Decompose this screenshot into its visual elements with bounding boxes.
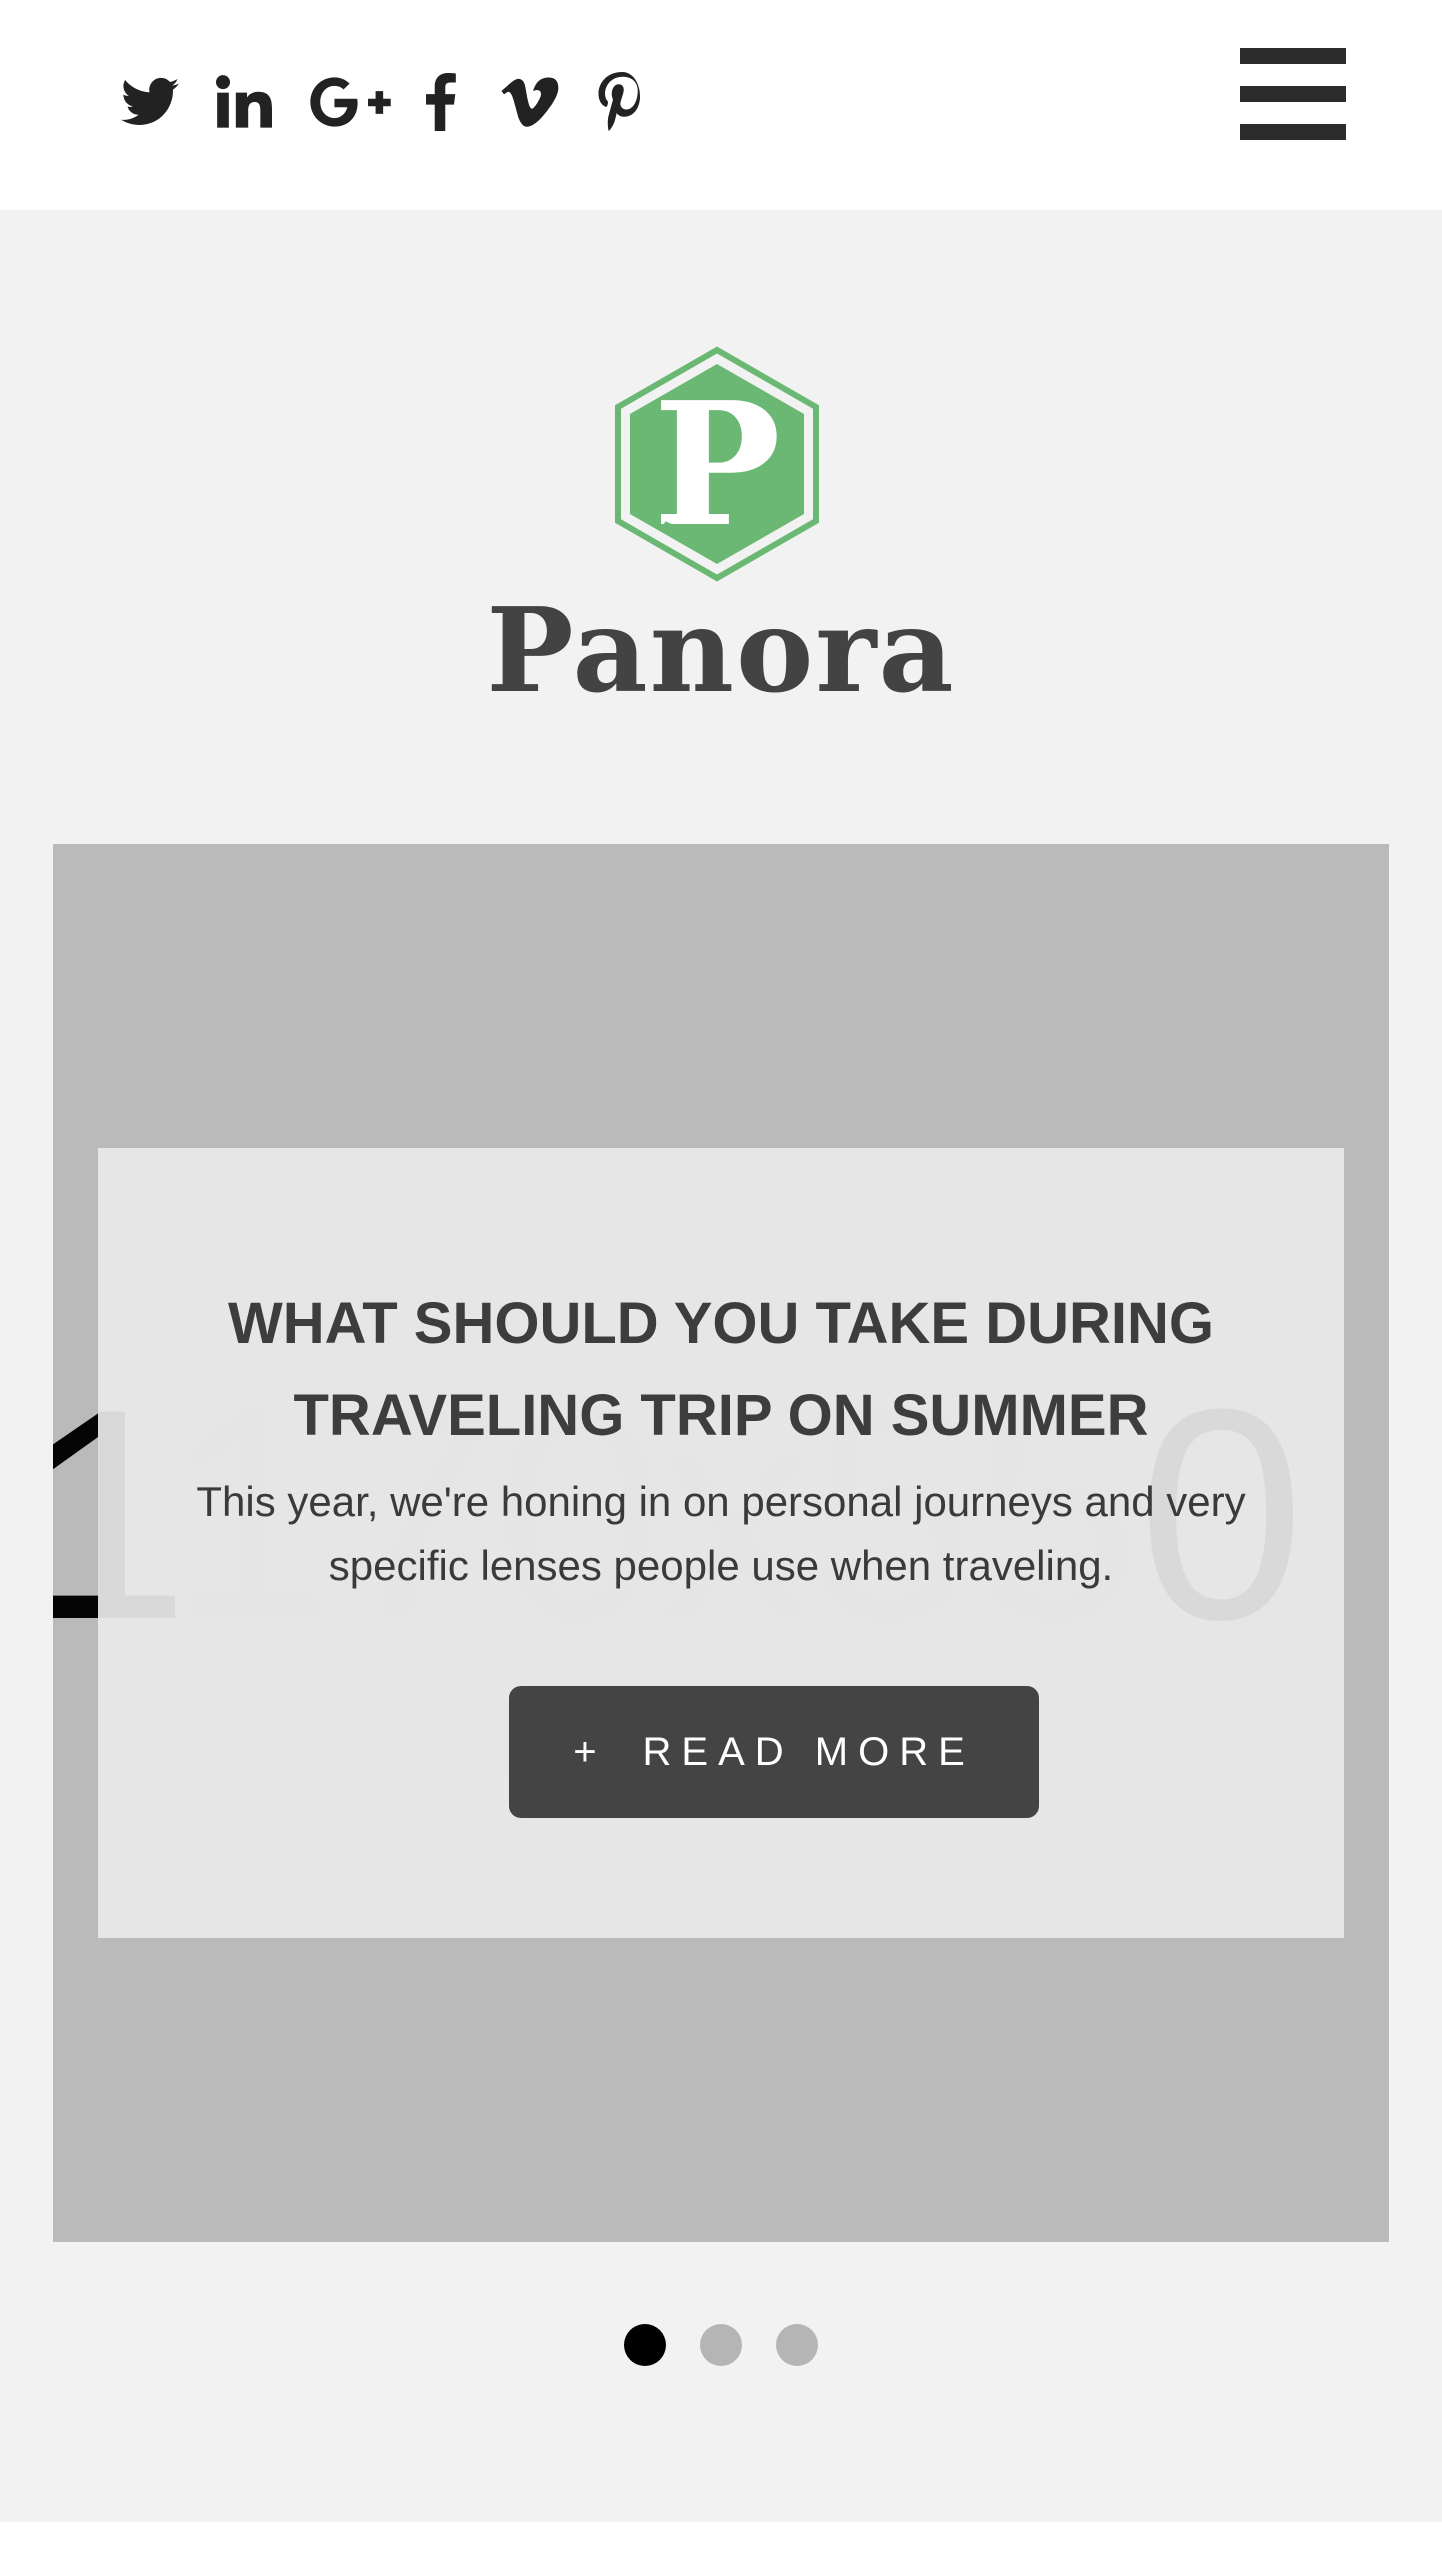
hamburger-bar <box>1240 86 1346 102</box>
svg-text:P: P <box>653 365 781 565</box>
logo-hexagon-icon: P <box>615 346 819 582</box>
read-more-label: READ MORE <box>642 1729 975 1774</box>
google-plus-link[interactable] <box>306 62 396 142</box>
hamburger-menu-icon[interactable] <box>1240 48 1350 140</box>
slider-dot-2[interactable] <box>700 2324 742 2366</box>
slider-dot-1[interactable] <box>624 2324 666 2366</box>
slide-description: This year, we're honing in on personal j… <box>196 1478 1246 1589</box>
vimeo-link[interactable] <box>500 62 560 142</box>
brand-name: Panora <box>486 583 956 719</box>
social-links <box>118 62 646 142</box>
linkedin-link[interactable] <box>212 62 276 142</box>
slider-dot-3[interactable] <box>776 2324 818 2366</box>
pinterest-icon <box>598 72 640 131</box>
linkedin-icon <box>216 75 272 128</box>
facebook-link[interactable] <box>420 62 460 142</box>
hero-slider: 1170x550 What should you take during tra… <box>53 844 1389 2242</box>
facebook-icon <box>426 73 456 131</box>
site-logo[interactable]: P Panora <box>0 346 1442 716</box>
vimeo-icon <box>501 77 559 127</box>
main-content: P Panora 1170x550 What should you take d… <box>0 210 1442 2522</box>
slide-caption: What should you take during traveling tr… <box>98 1148 1344 1938</box>
slide-title: What should you take during traveling tr… <box>228 1291 1214 1448</box>
twitter-link[interactable] <box>118 62 182 142</box>
pinterest-link[interactable] <box>596 62 646 142</box>
read-more-button[interactable]: + READ MORE <box>509 1686 1039 1818</box>
twitter-icon <box>121 77 179 125</box>
hamburger-bar <box>1240 124 1346 140</box>
plus-icon: + <box>573 1729 597 1774</box>
slider-pagination <box>0 2324 1442 2368</box>
google-plus-icon <box>310 77 391 127</box>
top-bar <box>0 0 1442 210</box>
hamburger-bar <box>1240 48 1346 64</box>
